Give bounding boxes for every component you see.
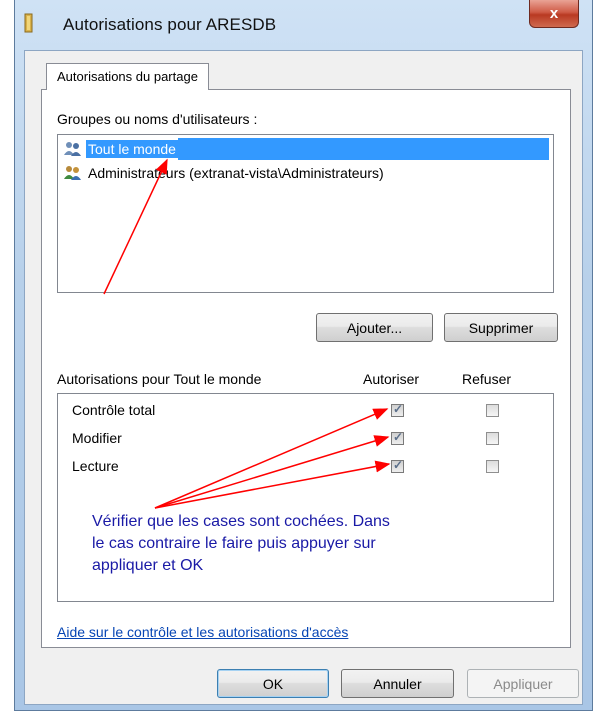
apply-button[interactable]: Appliquer (467, 669, 579, 698)
list-item-administrators[interactable]: Administrateurs (extranat-vista\Administ… (62, 162, 549, 184)
title-bar[interactable]: Autorisations pour ARESDB x (15, 0, 592, 50)
dialog-window: Autorisations pour ARESDB x Autorisation… (14, 0, 593, 711)
annotation-note: Vérifier que les cases sont cochées. Dan… (92, 513, 390, 574)
permissions-header: Autorisations pour Tout le monde (57, 371, 262, 387)
tab-share-permissions[interactable]: Autorisations du partage (46, 63, 209, 90)
folder-icon (24, 13, 33, 33)
checkmark-icon: ✓ (393, 458, 404, 472)
close-button[interactable]: x (529, 0, 579, 28)
help-link[interactable]: Aide sur le contrôle et les autorisation… (57, 624, 348, 640)
checkmark-icon: ✓ (393, 402, 404, 416)
allow-read-checkbox[interactable]: ✓ (391, 458, 404, 473)
list-item-label: Tout le monde (86, 140, 178, 158)
ok-button[interactable]: OK (217, 669, 329, 698)
checkmark-icon: ✓ (393, 430, 404, 444)
users-icon (64, 142, 81, 156)
deny-read-checkbox[interactable] (486, 460, 499, 473)
close-icon: x (549, 5, 559, 22)
permission-label: Lecture (72, 458, 119, 474)
allow-column-header: Autoriser (363, 371, 420, 387)
allow-modify-checkbox[interactable]: ✓ (391, 430, 404, 445)
list-item-everyone[interactable]: Tout le monde (62, 138, 549, 160)
permission-label: Modifier (72, 430, 122, 446)
window-title: Autorisations pour ARESDB (63, 15, 277, 34)
permission-label: Contrôle total (72, 402, 156, 418)
users-icon (64, 166, 81, 180)
cancel-button[interactable]: Annuler (341, 669, 454, 698)
list-item-label: Administrateurs (extranat-vista\Administ… (88, 165, 384, 181)
groups-label: Groupes ou noms d'utilisateurs : (57, 111, 258, 127)
permission-row-modify: Modifier (72, 427, 542, 449)
deny-full-control-checkbox[interactable] (486, 404, 499, 417)
allow-full-control-checkbox[interactable]: ✓ (391, 402, 404, 417)
permission-row-full-control: Contrôle total (72, 399, 542, 421)
permission-row-read: Lecture (72, 455, 542, 477)
deny-modify-checkbox[interactable] (486, 432, 499, 445)
groups-listbox[interactable]: Tout le monde Administrateurs (extranat-… (57, 134, 554, 293)
add-button[interactable]: Ajouter... (316, 313, 433, 342)
deny-column-header: Refuser (462, 371, 512, 387)
permissions-list: Contrôle total Modifier Lecture ✓ ✓ ✓ Vé… (57, 393, 554, 602)
remove-button[interactable]: Supprimer (444, 313, 558, 342)
